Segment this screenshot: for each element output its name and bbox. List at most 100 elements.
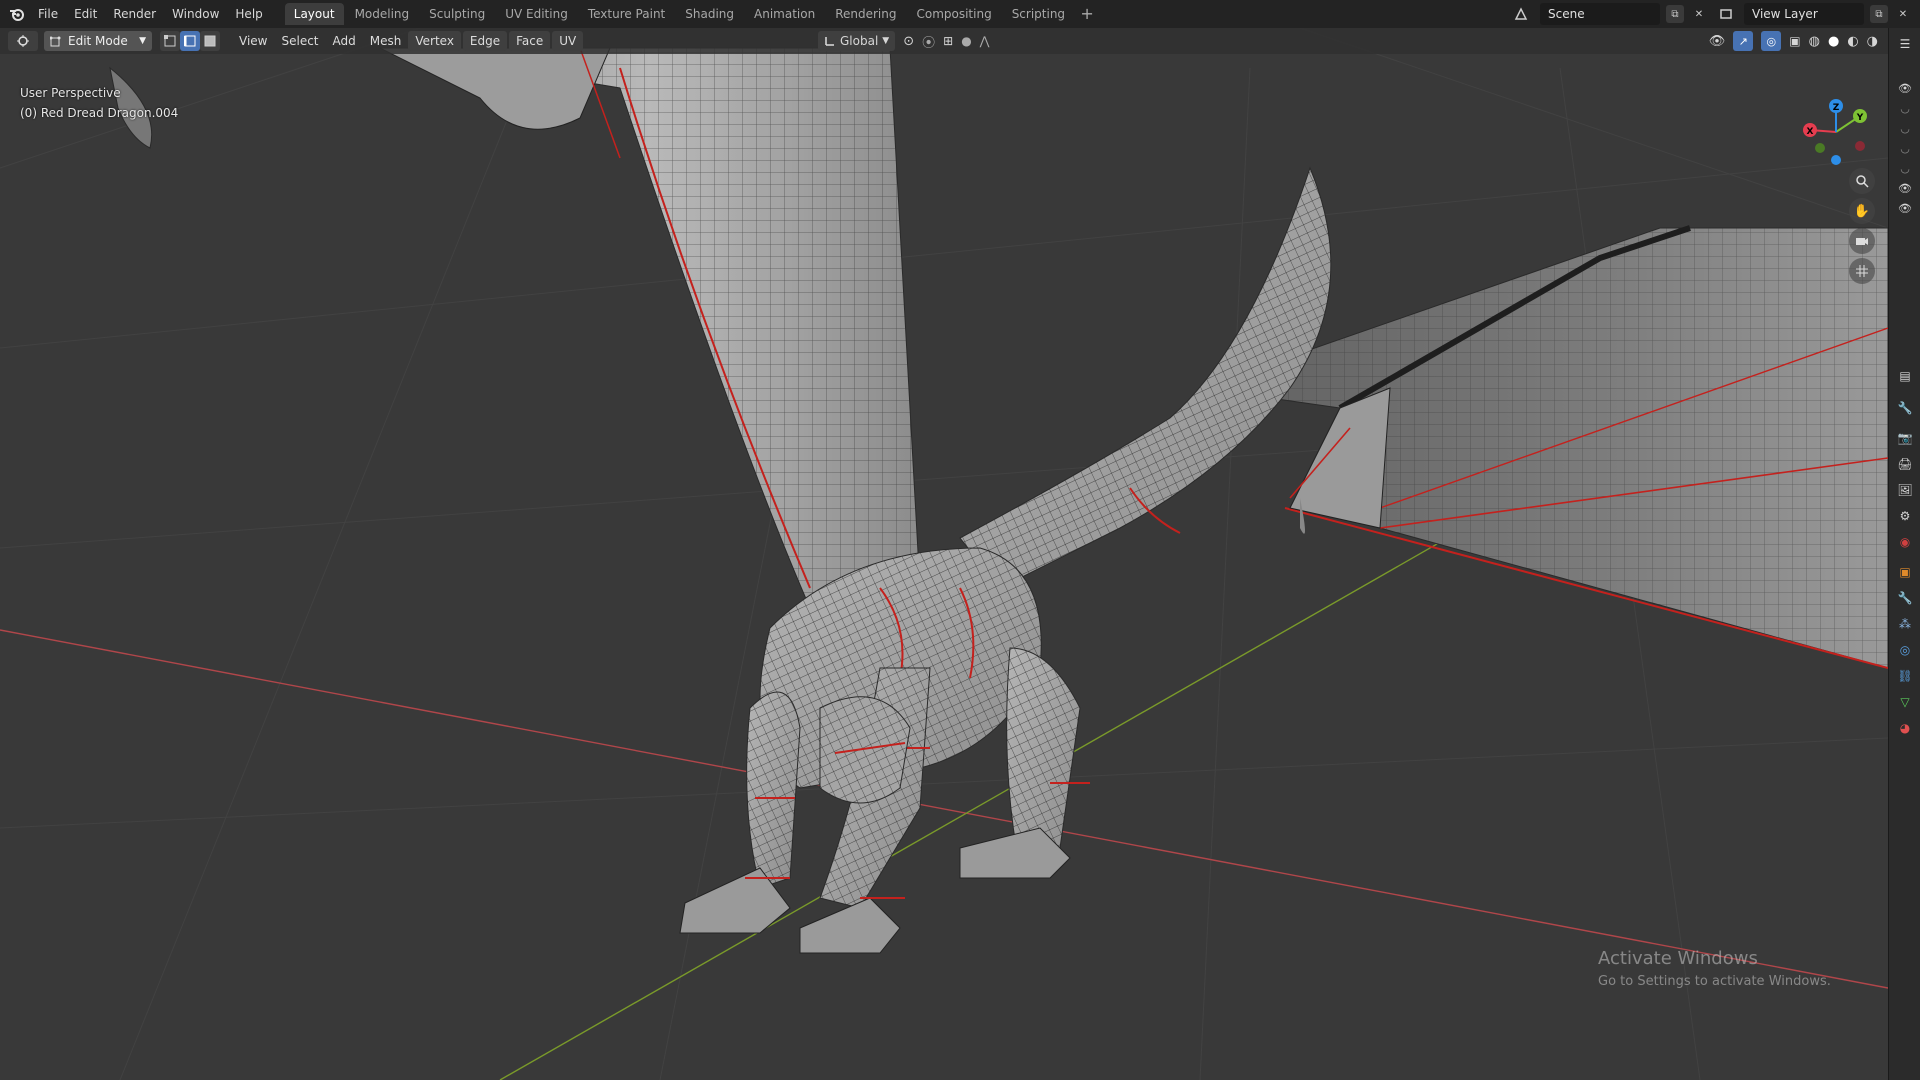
edge-select-icon[interactable]: [180, 31, 200, 51]
constraint-properties-icon[interactable]: ⛓: [1897, 668, 1913, 684]
render-properties-icon[interactable]: 📷: [1897, 430, 1913, 446]
tab-layout[interactable]: Layout: [284, 3, 344, 25]
proportional-edit-icon[interactable]: ●: [961, 34, 971, 48]
pan-hand-icon[interactable]: ✋: [1849, 198, 1875, 224]
camera-view-icon[interactable]: [1849, 228, 1875, 254]
outliner-icon[interactable]: ☰: [1897, 36, 1913, 52]
eye-icon[interactable]: 👁: [1897, 200, 1913, 216]
gizmo-y-label: Y: [1856, 113, 1864, 123]
modifier-properties-icon[interactable]: 🔧: [1897, 590, 1913, 606]
menu-edge[interactable]: Edge: [462, 31, 508, 51]
3d-viewport[interactable]: Edit Mode ▼ View Select Add Mesh Vertex …: [0, 28, 1888, 1080]
close-view-layer-icon[interactable]: ✕: [1894, 5, 1912, 23]
top-bar: File Edit Render Window Help Layout Mode…: [0, 0, 1920, 28]
properties-editor-icon[interactable]: ▤: [1897, 368, 1913, 384]
chevron-down-icon: ▼: [139, 36, 146, 46]
physics-properties-icon[interactable]: ◎: [1897, 642, 1913, 658]
activate-windows-title: Activate Windows: [1598, 948, 1758, 969]
menu-view[interactable]: View: [232, 31, 274, 51]
vertex-select-icon[interactable]: [160, 31, 180, 51]
gizmo-z-label: Z: [1833, 103, 1840, 113]
mode-select[interactable]: Edit Mode ▼: [44, 31, 152, 51]
view-layer-field[interactable]: View Layer: [1744, 3, 1864, 25]
pivot-point-icon[interactable]: ⊙: [903, 34, 914, 49]
snap-target-icon[interactable]: ⊞: [943, 34, 953, 48]
eye-closed-icon[interactable]: ◡: [1897, 160, 1913, 176]
menu-add[interactable]: Add: [326, 31, 363, 51]
chevron-down-icon: ▼: [882, 36, 890, 46]
eye-closed-icon[interactable]: ◡: [1897, 100, 1913, 116]
blender-logo-icon[interactable]: [4, 0, 30, 28]
tab-sculpting[interactable]: Sculpting: [420, 3, 494, 25]
menu-select[interactable]: Select: [274, 31, 325, 51]
add-workspace-button[interactable]: +: [1076, 3, 1098, 25]
ortho-grid-icon[interactable]: [1849, 258, 1875, 284]
tab-scripting[interactable]: Scripting: [1003, 3, 1074, 25]
edit-mode-icon: [50, 36, 61, 47]
tab-animation[interactable]: Animation: [745, 3, 824, 25]
eye-closed-icon[interactable]: ◡: [1897, 120, 1913, 136]
gizmo-x-label: X: [1807, 127, 1814, 137]
tab-compositing[interactable]: Compositing: [907, 3, 1000, 25]
menu-window[interactable]: Window: [164, 3, 227, 25]
tab-texture-paint[interactable]: Texture Paint: [579, 3, 674, 25]
eye-icon[interactable]: 👁: [1897, 180, 1913, 196]
object-properties-icon[interactable]: ▣: [1897, 564, 1913, 580]
falloff-icon[interactable]: ⋀: [980, 34, 990, 48]
menu-help[interactable]: Help: [227, 3, 270, 25]
menu-vertex[interactable]: Vertex: [408, 31, 461, 51]
face-select-icon[interactable]: [200, 31, 220, 51]
gizmo-toggle-icon[interactable]: ↗: [1733, 31, 1754, 51]
view-layer-icon[interactable]: [1714, 4, 1738, 24]
zoom-icon[interactable]: [1849, 168, 1875, 194]
tab-rendering[interactable]: Rendering: [826, 3, 905, 25]
world-properties-icon[interactable]: ◉: [1897, 534, 1913, 550]
menu-uv[interactable]: UV: [552, 31, 584, 51]
transform-controls: Global ▼ ⊙ ⦿ ⊞ ● ⋀: [818, 31, 990, 51]
visibility-icon[interactable]: 👁: [1709, 34, 1726, 49]
particle-properties-icon[interactable]: ⁂: [1897, 616, 1913, 632]
tab-modeling[interactable]: Modeling: [346, 3, 419, 25]
xray-icon[interactable]: ▣: [1789, 34, 1800, 48]
orientation-icon: [825, 37, 834, 46]
tab-shading[interactable]: Shading: [676, 3, 743, 25]
menu-render[interactable]: Render: [105, 3, 164, 25]
navigation-gizmo[interactable]: X Y Z: [1794, 90, 1878, 174]
eye-closed-icon[interactable]: ◡: [1897, 140, 1913, 156]
scene-name-field[interactable]: Scene: [1540, 3, 1660, 25]
orientation-select[interactable]: Global ▼: [818, 31, 896, 51]
mesh-data-properties-icon[interactable]: ▽: [1897, 694, 1913, 710]
activate-windows-subtitle: Go to Settings to activate Windows.: [1598, 974, 1831, 989]
view-layer-properties-icon[interactable]: 🖼: [1897, 482, 1913, 498]
new-scene-icon[interactable]: ⧉: [1666, 5, 1684, 23]
overlay-toggle-icon[interactable]: ◎: [1761, 31, 1782, 51]
editor-type-icon[interactable]: [8, 31, 38, 51]
scene-properties-icon[interactable]: ⚙: [1897, 508, 1913, 524]
material-shading-icon[interactable]: ◐: [1847, 34, 1858, 49]
dragon-tail: [959, 166, 1332, 589]
solid-shading-icon[interactable]: ●: [1828, 34, 1839, 49]
properties-tab-column: ☰ 👁 ◡ ◡ ◡ ◡ 👁 👁 ▤ 🔧 📷 🖨 🖼 ⚙ ◉ ▣ 🔧 ⁂ ◎ ⛓ …: [1888, 28, 1920, 1080]
material-properties-icon[interactable]: ◕: [1897, 720, 1913, 736]
new-view-layer-icon[interactable]: ⧉: [1870, 5, 1888, 23]
wireframe-shading-icon[interactable]: ◍: [1809, 34, 1820, 49]
close-scene-icon[interactable]: ✕: [1690, 5, 1708, 23]
scene-controls: Scene ⧉ ✕ View Layer ⧉ ✕: [1508, 3, 1920, 25]
orientation-label: Global: [840, 34, 879, 48]
output-properties-icon[interactable]: 🖨: [1897, 456, 1913, 472]
scene-icon[interactable]: [1508, 4, 1534, 24]
menu-face[interactable]: Face: [509, 31, 551, 51]
viewport-header-right: 👁 ↗ ◎ ▣ ◍ ● ◐ ◑: [1709, 31, 1878, 51]
tab-uv-editing[interactable]: UV Editing: [496, 3, 577, 25]
object-name: (0) Red Dread Dragon.004: [20, 106, 179, 120]
eye-icon[interactable]: 👁: [1897, 80, 1913, 96]
workspace-tabs: Layout Modeling Sculpting UV Editing Tex…: [284, 3, 1098, 25]
dragon-left-wing: [379, 47, 921, 609]
menu-file[interactable]: File: [30, 3, 66, 25]
view-name: User Perspective: [20, 86, 121, 100]
snap-icon[interactable]: ⦿: [922, 32, 935, 51]
menu-edit[interactable]: Edit: [66, 3, 105, 25]
tool-properties-icon[interactable]: 🔧: [1897, 400, 1913, 416]
rendered-shading-icon[interactable]: ◑: [1867, 34, 1878, 49]
menu-mesh[interactable]: Mesh: [363, 31, 409, 51]
